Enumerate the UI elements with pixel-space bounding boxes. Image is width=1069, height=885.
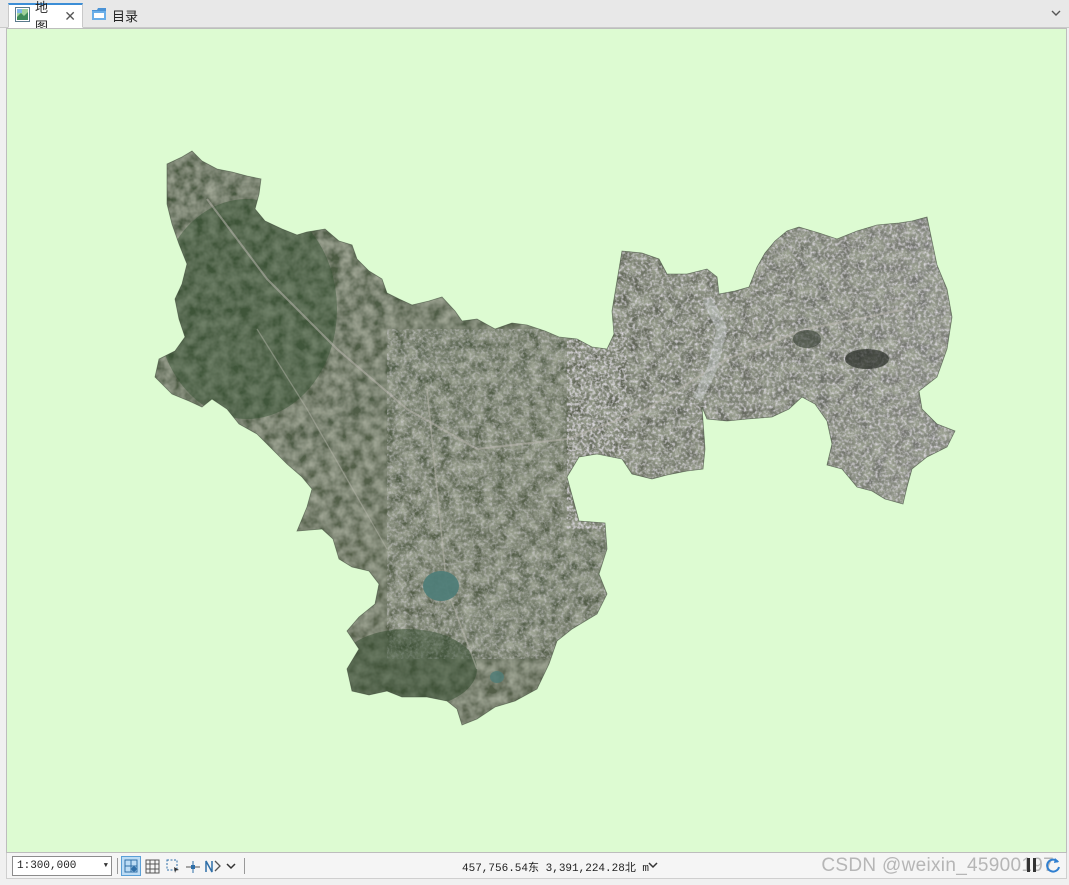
map-icon	[15, 7, 30, 25]
chevron-down-icon	[226, 863, 236, 870]
north-arrow-icon	[205, 860, 221, 873]
north-arrow-button[interactable]	[203, 856, 223, 876]
close-icon[interactable]: ✕	[64, 8, 76, 25]
refresh-icon[interactable]	[1044, 856, 1062, 877]
pause-drawing-icon[interactable]	[1024, 856, 1040, 877]
map-canvas	[154, 150, 956, 726]
grid-toggle-button[interactable]	[142, 856, 162, 876]
tab-bar: 地图 ✕ 目录	[0, 0, 1069, 34]
dropdown-arrow-icon: ▼	[103, 862, 108, 870]
tab-map[interactable]: 地图 ✕	[8, 0, 83, 34]
snapping-icon	[124, 859, 138, 873]
measure-icon	[186, 861, 200, 873]
lake-feature	[423, 571, 459, 601]
cursor-coordinates: 457,756.54东 3,391,224.28北 m	[462, 863, 650, 875]
coordinate-options-chevron-icon[interactable]	[647, 859, 659, 871]
select-features-icon	[166, 859, 179, 873]
satellite-imagery-layer	[155, 151, 955, 725]
tab-catalog[interactable]: 目录	[85, 3, 145, 28]
watermark-text: CSDN @weixin_45900197	[821, 855, 1054, 876]
more-tools-button[interactable]	[221, 856, 241, 876]
scale-value: 1:300,000	[17, 860, 77, 872]
catalog-folder-icon	[91, 7, 107, 24]
selection-toggle-button[interactable]	[163, 856, 183, 876]
map-view[interactable]	[6, 28, 1067, 853]
divider	[117, 858, 118, 874]
scale-dropdown[interactable]: 1:300,000 ▼	[12, 856, 112, 876]
snapping-toggle-button[interactable]	[121, 856, 141, 876]
chevron-down-icon[interactable]	[1049, 6, 1063, 20]
divider	[244, 858, 245, 874]
status-right-icons	[1024, 856, 1062, 877]
grid-icon	[145, 859, 159, 873]
status-bar: 1:300,000 ▼ 457,756.54东 3,391,224.28北 m …	[6, 853, 1067, 879]
tab-catalog-label: 目录	[112, 9, 139, 24]
measure-toggle-button[interactable]	[183, 856, 203, 876]
